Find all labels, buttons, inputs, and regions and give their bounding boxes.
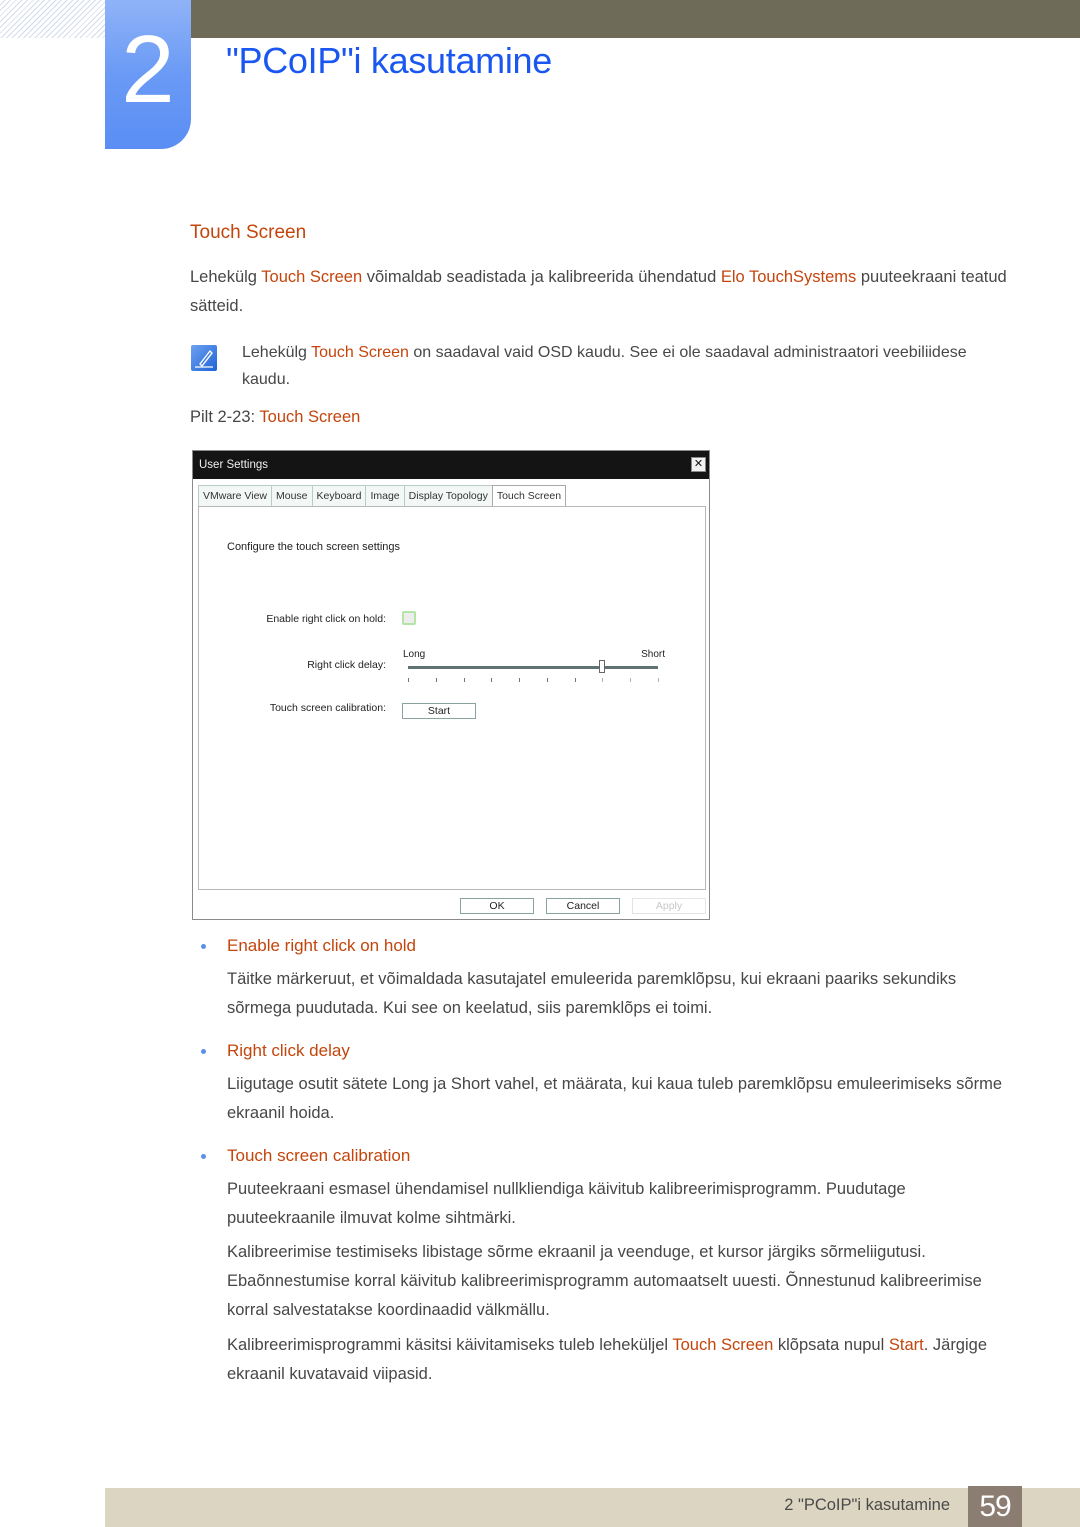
text-run: võimaldab seadistada ja kalibreerida ühe…: [362, 268, 721, 286]
item-title-calibration: Touch screen calibration: [227, 1146, 411, 1165]
item-text-calibration-1: Puuteekraani esmasel ühendamisel nullkli…: [227, 1175, 1017, 1233]
page-number: 59: [968, 1486, 1022, 1527]
highlighted-term: Elo TouchSystems: [720, 268, 857, 286]
text-run: klõpsata nupul: [773, 1336, 889, 1354]
highlighted-term: Touch Screen: [672, 1336, 774, 1354]
right-click-delay-slider[interactable]: Long Short: [403, 647, 665, 687]
text-run: Puuteekraani esmasel ühendamisel nullkli…: [227, 1180, 906, 1227]
page-footer: 2 "PCoIP"i kasutamine: [105, 1488, 1080, 1527]
item-text-enable-right-click: Täitke märkeruut, et võimaldada kasutaja…: [227, 965, 1017, 1023]
enable-right-click-checkbox[interactable]: [402, 611, 416, 625]
right-click-delay-label: Right click delay:: [307, 659, 386, 671]
text-run: Kalibreerimisprogrammi käsitsi käivitami…: [227, 1336, 673, 1354]
text-run: Lehekülg: [242, 344, 312, 361]
slider-track[interactable]: [408, 666, 658, 669]
item-text-right-click-delay: Liigutage osutit sätete Long ja Short va…: [227, 1070, 1017, 1128]
note-text: Lehekülg Touch Screen on saadaval vaid O…: [242, 339, 1012, 393]
calibration-label: Touch screen calibration:: [269, 702, 386, 714]
slider-tick: [574, 678, 576, 682]
user-settings-dialog: User Settings ✕ VMware View Mouse Keyboa…: [192, 450, 710, 920]
slider-tick: [630, 678, 632, 682]
text-run: Kalibreerimise testimiseks libistage sõr…: [227, 1243, 982, 1319]
tab-keyboard[interactable]: Keyboard: [311, 485, 367, 506]
dialog-title: User Settings: [199, 459, 269, 471]
slider-tick: [463, 678, 465, 682]
header-hatch-decoration: [0, 0, 105, 38]
slider-min-label: Long: [403, 649, 426, 660]
tab-mouse[interactable]: Mouse: [271, 485, 313, 506]
chapter-title: "PCoIP"i kasutamine: [226, 40, 552, 81]
highlighted-term: Start: [888, 1336, 924, 1354]
settings-tabs: VMware View Mouse Keyboard Image Display…: [198, 485, 567, 508]
slider-thumb[interactable]: [599, 660, 606, 673]
text-run: Täitke märkeruut, et võimaldada kasutaja…: [227, 970, 957, 1017]
slider-tick: [546, 678, 548, 682]
slider-tick: [519, 678, 521, 682]
bullet-icon: [201, 1049, 206, 1054]
slider-tick: [408, 678, 409, 682]
cancel-button[interactable]: Cancel: [546, 898, 620, 914]
tab-touch-screen[interactable]: Touch Screen: [491, 485, 567, 508]
slider-tick: [435, 678, 437, 682]
enable-right-click-label: Enable right click on hold:: [266, 613, 386, 625]
item-title-enable-right-click: Enable right click on hold: [227, 936, 417, 955]
tab-image[interactable]: Image: [365, 485, 405, 506]
slider-max-label: Short: [641, 649, 665, 660]
slider-tick: [658, 678, 659, 682]
tab-display-topology[interactable]: Display Topology: [403, 485, 493, 506]
bullet-icon: [201, 1154, 206, 1159]
ok-button[interactable]: OK: [460, 898, 534, 914]
bullet-icon: [201, 944, 206, 949]
figure-caption-title: Touch Screen: [259, 408, 361, 426]
touch-screen-panel: Configure the touch screen settings Enab…: [198, 506, 706, 890]
note-pencil-icon: [191, 345, 217, 371]
tab-vmware-view[interactable]: VMware View: [198, 485, 272, 506]
figure-caption-prefix: Pilt 2-23:: [190, 408, 260, 426]
text-run: Lehekülg: [190, 268, 262, 286]
figure-caption: Pilt 2-23: Touch Screen: [190, 408, 360, 427]
highlighted-term: Touch Screen: [311, 344, 409, 361]
footer-chapter-label: 2 "PCoIP"i kasutamine: [784, 1496, 950, 1514]
section-title: Touch Screen: [190, 222, 307, 243]
dialog-titlebar: User Settings ✕: [193, 451, 709, 479]
item-text-calibration-2: Kalibreerimise testimiseks libistage sõr…: [227, 1238, 1017, 1325]
slider-tick: [602, 678, 604, 682]
header-bar: [190, 0, 1080, 38]
slider-tick: [491, 678, 493, 682]
panel-heading: Configure the touch screen settings: [227, 541, 401, 553]
item-title-right-click-delay: Right click delay: [227, 1041, 350, 1060]
chapter-number-badge: 2: [105, 0, 191, 149]
text-run: Liigutage osutit sätete Long ja Short va…: [227, 1075, 1003, 1122]
intro-paragraph: Lehekülg Touch Screen võimaldab seadista…: [190, 263, 1010, 321]
item-text-calibration-3: Kalibreerimisprogrammi käsitsi käivitami…: [227, 1331, 1017, 1389]
apply-button[interactable]: Apply: [632, 898, 706, 914]
close-icon[interactable]: ✕: [691, 457, 706, 472]
start-calibration-button[interactable]: Start: [402, 703, 476, 719]
highlighted-term: Touch Screen: [261, 268, 363, 286]
